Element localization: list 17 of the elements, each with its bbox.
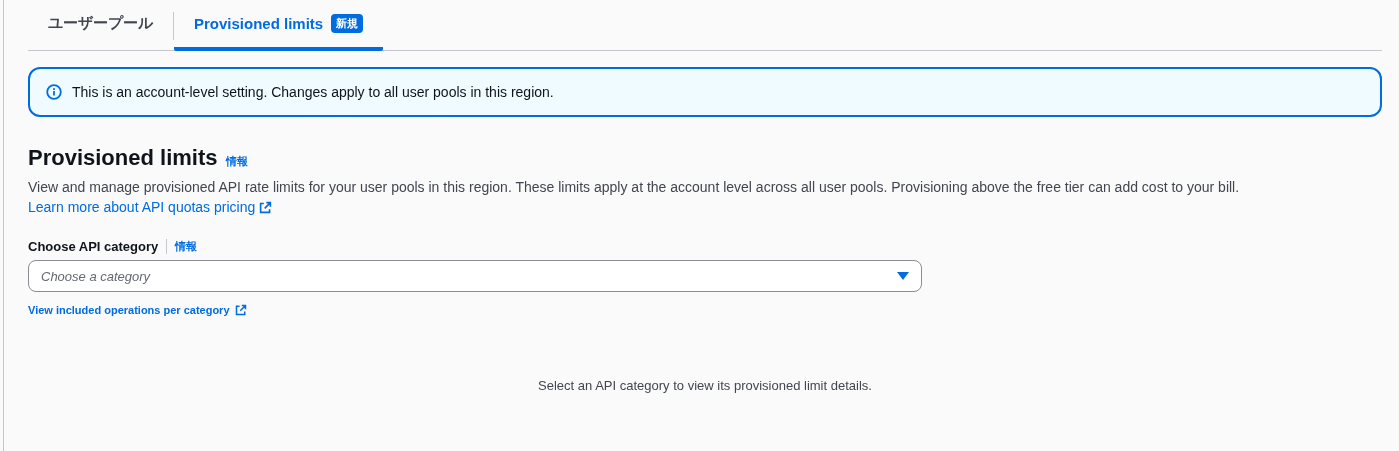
section-title: Provisioned limits (28, 145, 218, 171)
external-link-icon (234, 304, 247, 316)
field-label: Choose API category (28, 239, 168, 254)
info-link[interactable]: 情報 (225, 154, 248, 169)
tab[interactable]: ユーザープール (28, 0, 173, 51)
info-link[interactable]: 情報 (167, 239, 198, 254)
operations-link[interactable]: View included operations per category (28, 304, 247, 316)
alert-text: This is an account-level setting. Changes apply to all user pools in this region. (72, 84, 554, 100)
caret-icon (897, 272, 909, 280)
new-badge: 新規 (331, 14, 364, 33)
empty-message: Select an API category to view its provisioned limit details. (538, 378, 872, 393)
info-icon (46, 84, 62, 100)
external-link-icon (259, 200, 273, 214)
tab[interactable]: Provisioned limits 新規 (174, 0, 384, 51)
pricing-link[interactable]: Learn more about API quotas pricing (28, 197, 273, 217)
category-select[interactable]: Choose a category (28, 260, 922, 292)
section-description: View and manage provisioned API rate limits for your user pools in this region. These limits apply at the account level across all user pools. Provisioning above the free tier can add cost to your bill. Learn more about API quotas pricing (28, 178, 1241, 217)
